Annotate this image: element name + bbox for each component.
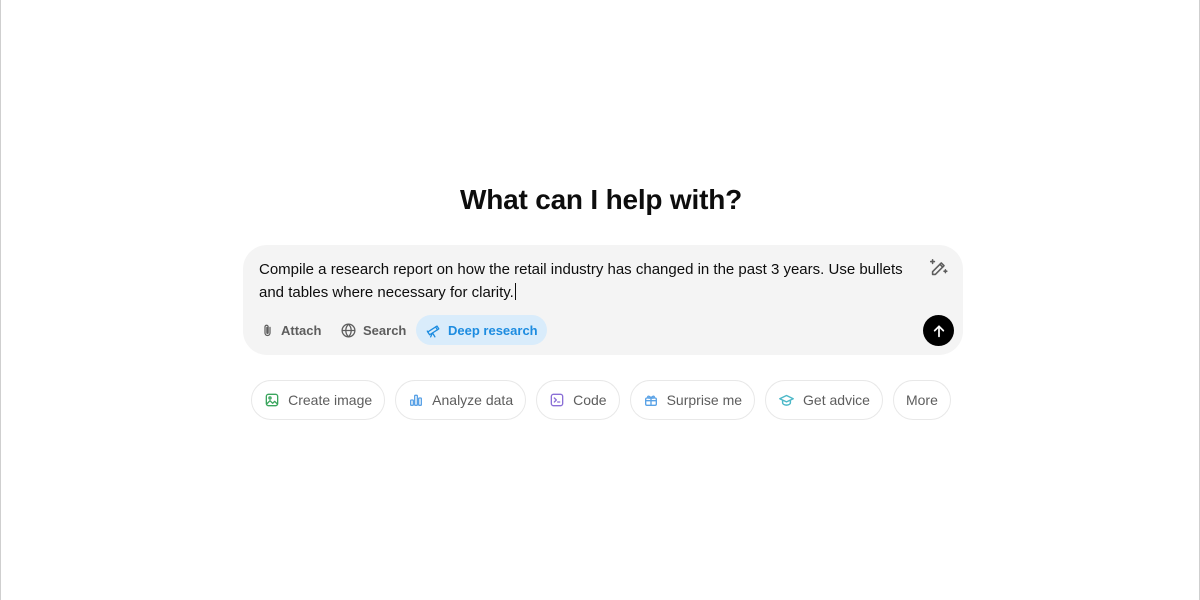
paperclip-icon xyxy=(264,324,271,336)
text-caret xyxy=(514,283,516,300)
graduation-cap-icon xyxy=(779,394,794,406)
search-label: Search xyxy=(363,322,407,338)
surprise-me-chip[interactable]: Surprise me xyxy=(629,380,756,420)
search-button[interactable]: Search xyxy=(331,315,415,345)
attach-label: Attach xyxy=(281,322,322,338)
deep-research-button[interactable]: Deep research xyxy=(416,315,547,345)
globe-icon xyxy=(341,322,356,338)
create-image-label: Create image xyxy=(288,392,373,408)
create-image-chip[interactable]: Create image xyxy=(251,380,386,420)
page: What can I help with? Compile a research… xyxy=(0,0,1200,600)
analyze-data-chip[interactable]: Analyze data xyxy=(395,380,527,420)
analyze-data-label: Analyze data xyxy=(432,392,514,408)
send-button[interactable] xyxy=(923,315,954,346)
arrow-up-icon xyxy=(933,324,944,337)
suggestion-chips: Create image Analyze data Code Surprise … xyxy=(1,380,1200,420)
prompt-input[interactable]: Compile a research report on how the ret… xyxy=(259,258,919,304)
surprise-me-label: Surprise me xyxy=(666,392,743,408)
prompt-composer: Compile a research report on how the ret… xyxy=(243,245,963,355)
prompt-line-1: Compile a research report on how the ret… xyxy=(259,261,903,278)
page-heading: What can I help with? xyxy=(459,184,743,215)
code-chip[interactable]: Code xyxy=(536,380,620,420)
code-label: Code xyxy=(573,392,607,408)
bar-chart-icon xyxy=(410,394,423,406)
telescope-icon xyxy=(426,324,440,338)
terminal-icon xyxy=(550,393,564,407)
more-label: More xyxy=(905,392,938,408)
pencil-sparkle-icon[interactable] xyxy=(927,256,951,280)
deep-research-label: Deep research xyxy=(448,322,538,338)
get-advice-label: Get advice xyxy=(803,392,870,408)
more-chip[interactable]: More xyxy=(892,380,951,420)
gift-icon xyxy=(644,395,657,406)
attach-button[interactable]: Attach xyxy=(251,315,330,345)
prompt-line-2: and tables where necessary for clarity. xyxy=(259,284,514,301)
get-advice-chip[interactable]: Get advice xyxy=(765,380,883,420)
image-icon xyxy=(265,393,279,407)
